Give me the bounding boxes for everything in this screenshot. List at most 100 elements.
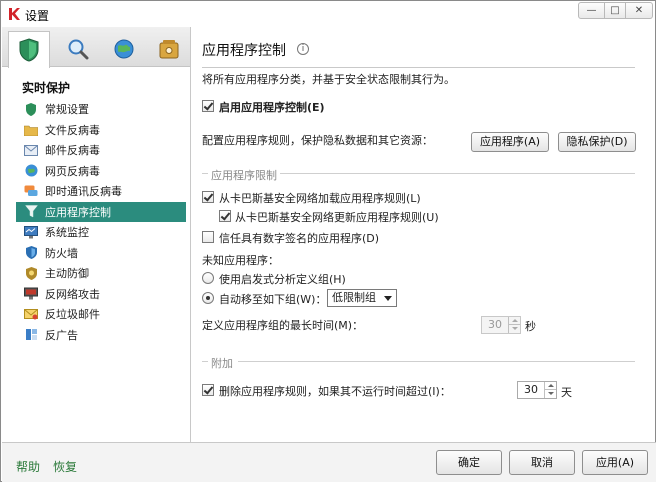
chat-icon [24, 184, 38, 198]
window-title: 设置 [25, 9, 50, 23]
filter-icon [24, 205, 38, 219]
help-link[interactable]: 帮助 [16, 458, 40, 475]
ok-button[interactable]: 确定 [436, 450, 502, 475]
magnifier-icon [68, 39, 89, 60]
max-time-value: 30 [488, 318, 502, 331]
delete-rules-label: 删除应用程序规则，如果其不运行时间超过(I)： [219, 385, 451, 398]
sidebar-item-label: 邮件反病毒 [45, 144, 100, 158]
enable-app-control-checkbox[interactable] [202, 100, 214, 112]
stepper-up-icon[interactable] [544, 382, 556, 390]
applications-button[interactable]: 应用程序(A) [471, 132, 549, 152]
info-icon[interactable]: i [297, 43, 309, 55]
sidebar-item-anti-banner[interactable]: 反广告 [16, 325, 186, 346]
sidebar-item-proactive-defense[interactable]: 主动防御 [16, 263, 186, 284]
sidebar-item-label: 文件反病毒 [45, 123, 100, 137]
mail-icon [24, 143, 38, 157]
enable-app-control-label: 启用应用程序控制(E) [219, 101, 325, 114]
group-label-extra: 附加 [211, 357, 233, 370]
tab-tools[interactable] [148, 31, 190, 67]
sidebar-item-system-monitor[interactable]: 系统监控 [16, 222, 186, 243]
sidebar-item-label: 系统监控 [45, 226, 89, 240]
delete-days-stepper[interactable]: 30 [517, 381, 557, 399]
title-bar: 设置 — □ ✕ [1, 1, 655, 27]
tab-update[interactable] [103, 31, 145, 67]
stepper-down-icon[interactable] [544, 390, 556, 398]
sidebar-item-label: 常规设置 [45, 103, 89, 117]
unknown-apps-label: 未知应用程序： [202, 254, 279, 267]
minimize-button[interactable]: — [578, 2, 605, 19]
stepper-up-icon[interactable] [508, 317, 520, 325]
kaspersky-logo-icon [9, 8, 20, 20]
auto-move-radio[interactable] [202, 292, 214, 304]
sidebar-item-label: 网页反病毒 [45, 164, 100, 178]
update-rules-label: 从卡巴斯基安全网络更新应用程序规则(U) [235, 211, 439, 224]
group-select-value: 低限制组 [332, 291, 376, 304]
spam-icon [24, 307, 38, 321]
apply-button[interactable]: 应用(A) [582, 450, 648, 475]
sidebar-item-label: 主动防御 [45, 267, 89, 281]
sidebar-item-label: 反网络攻击 [45, 287, 100, 301]
folder-icon [24, 123, 38, 137]
group-divider [280, 173, 635, 174]
sidebar-nav: 常规设置 文件反病毒 邮件反病毒 网页反病毒 即时通讯反病毒 应用程序控制 系统… [16, 99, 186, 345]
divider [202, 67, 635, 68]
sidebar-item-app-control[interactable]: 应用程序控制 [16, 201, 186, 222]
sidebar: 实时保护 常规设置 文件反病毒 邮件反病毒 网页反病毒 即时通讯反病毒 应用程序… [2, 27, 191, 442]
footer-bar: 帮助 恢复 确定 取消 应用(A) [2, 442, 656, 482]
sidebar-item-web-av[interactable]: 网页反病毒 [16, 161, 186, 182]
trust-signed-label: 信任具有数字签名的应用程序(D) [219, 232, 380, 245]
auto-move-label: 自动移至如下组(W)： [219, 293, 327, 306]
sidebar-item-general[interactable]: 常规设置 [16, 99, 186, 120]
heuristic-label: 使用启发式分析定义组(H) [219, 273, 346, 286]
page-title: 应用程序控制 [202, 43, 286, 59]
shield-icon [19, 38, 39, 62]
load-rules-checkbox[interactable] [202, 191, 214, 203]
privacy-protection-button[interactable]: 隐私保护(D) [558, 132, 636, 152]
cancel-button[interactable]: 取消 [509, 450, 575, 475]
heuristic-radio[interactable] [202, 272, 214, 284]
trust-signed-checkbox[interactable] [202, 231, 214, 243]
sidebar-item-network-attack[interactable]: 反网络攻击 [16, 284, 186, 305]
max-time-stepper[interactable]: 30 [481, 316, 521, 334]
configure-rules-label: 配置应用程序规则，保护隐私数据和其它资源： [202, 134, 433, 147]
sidebar-item-file-av[interactable]: 文件反病毒 [16, 120, 186, 141]
safe-icon [159, 40, 179, 59]
chevron-down-icon [384, 296, 392, 301]
delete-days-unit: 天 [561, 386, 572, 399]
group-select[interactable]: 低限制组 [327, 289, 397, 307]
section-title: 实时保护 [22, 81, 71, 95]
max-time-unit: 秒 [525, 320, 536, 333]
defense-icon [24, 266, 38, 280]
sidebar-item-label: 反垃圾邮件 [45, 308, 100, 322]
ad-block-icon [24, 328, 38, 342]
firewall-icon [24, 246, 38, 260]
globe-icon [114, 39, 134, 59]
sidebar-tabs [2, 27, 190, 68]
update-rules-checkbox[interactable] [219, 210, 231, 222]
restore-link[interactable]: 恢复 [53, 458, 77, 475]
network-attack-icon [24, 287, 38, 301]
sidebar-item-anti-spam[interactable]: 反垃圾邮件 [16, 304, 186, 325]
load-rules-label: 从卡巴斯基安全网络加载应用程序规则(L) [219, 192, 421, 205]
sidebar-item-label: 反广告 [45, 328, 78, 342]
delete-rules-checkbox[interactable] [202, 384, 214, 396]
sidebar-item-im-av[interactable]: 即时通讯反病毒 [16, 181, 186, 202]
maximize-button[interactable]: □ [604, 2, 626, 19]
settings-window: 设置 — □ ✕ 实时保护 常规设置 文件反病毒 邮件反病毒 网页反病毒 即时通… [0, 0, 656, 482]
max-time-label: 定义应用程序组的最长时间(M)： [202, 319, 364, 332]
tab-scan[interactable] [57, 31, 99, 67]
delete-days-value: 30 [524, 383, 538, 396]
sidebar-item-label: 防火墙 [45, 246, 78, 260]
close-button[interactable]: ✕ [625, 2, 653, 19]
main-panel: 应用程序控制 i 将所有应用程序分类，并基于安全状态限制其行为。 启用应用程序控… [192, 27, 655, 442]
sidebar-item-firewall[interactable]: 防火墙 [16, 243, 186, 264]
group-divider [238, 361, 635, 362]
stepper-down-icon[interactable] [508, 325, 520, 333]
group-divider [202, 173, 208, 174]
monitor-icon [24, 225, 38, 239]
sidebar-item-mail-av[interactable]: 邮件反病毒 [16, 140, 186, 161]
page-description: 将所有应用程序分类，并基于安全状态限制其行为。 [202, 73, 455, 86]
group-divider [202, 361, 208, 362]
tab-protection[interactable] [8, 31, 50, 68]
sidebar-item-label: 即时通讯反病毒 [45, 185, 122, 199]
